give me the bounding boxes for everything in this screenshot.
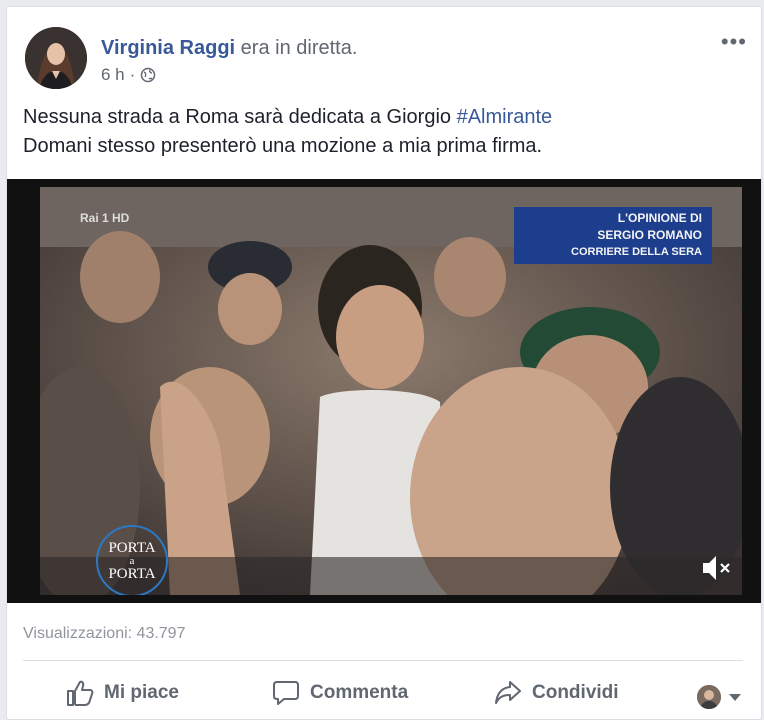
overlay-line-2: SERGIO ROMANO xyxy=(597,228,702,242)
porta-a-porta-logo: PORTA a PORTA xyxy=(96,525,168,595)
author-avatar[interactable] xyxy=(25,27,87,89)
post-text-line-1: Nessuna strada a Roma sarà dedicata a Gi… xyxy=(23,103,743,132)
share-icon xyxy=(495,681,521,704)
volume-muted-icon[interactable] xyxy=(700,553,734,583)
overlay-line-1: L'OPINIONE DI xyxy=(617,211,702,225)
action-bar: Mi piace Commenta Condividi xyxy=(7,673,761,713)
post-header: Virginia Raggi era in diretta. xyxy=(101,37,357,60)
share-label: Condividi xyxy=(532,682,619,703)
post-meta: 6 h · xyxy=(101,65,156,85)
video-frame: Rai 1 HD L'OPINIONE DI SERGIO ROMANO COR… xyxy=(40,187,742,595)
post-card: Virginia Raggi era in diretta. 6 h · •••… xyxy=(6,6,762,720)
current-user-avatar[interactable] xyxy=(697,685,721,709)
opinion-overlay: L'OPINIONE DI SERGIO ROMANO CORRIERE DEL… xyxy=(514,207,712,264)
post-text: Nessuna strada a Roma sarà dedicata a Gi… xyxy=(23,103,743,161)
live-status: era in diretta. xyxy=(240,37,358,59)
channel-logo: Rai 1 HD xyxy=(80,211,130,225)
view-count: Visualizzazioni: 43.797 xyxy=(23,625,186,642)
post-text-part: Nessuna strada a Roma sarà dedicata a Gi… xyxy=(23,106,457,128)
divider xyxy=(23,660,743,661)
user-avatar-image xyxy=(697,685,721,709)
thumbs-up-icon xyxy=(67,680,94,706)
overlay-line-3: CORRIERE DELLA SERA xyxy=(571,246,702,258)
comment-label: Commenta xyxy=(310,682,409,703)
avatar-image xyxy=(25,27,87,89)
porta-logo-line-1: PORTA xyxy=(108,539,156,556)
comment-icon xyxy=(273,681,299,705)
like-button[interactable]: Mi piace xyxy=(65,673,179,713)
hashtag-link[interactable]: #Almirante xyxy=(457,106,553,128)
porta-logo-line-2: a xyxy=(129,554,135,567)
meta-separator: · xyxy=(129,65,136,84)
share-button[interactable]: Condividi xyxy=(493,673,619,713)
globe-icon[interactable] xyxy=(140,67,156,83)
author-name[interactable]: Virginia Raggi xyxy=(101,37,235,59)
post-time[interactable]: 6 h xyxy=(101,65,125,85)
porta-logo-line-3: PORTA xyxy=(108,565,156,582)
post-text-line-2: Domani stesso presenterò una mozione a m… xyxy=(23,135,543,157)
like-label: Mi piace xyxy=(104,682,179,703)
comment-button[interactable]: Commenta xyxy=(271,673,408,713)
video-player[interactable]: Rai 1 HD L'OPINIONE DI SERGIO ROMANO COR… xyxy=(7,179,761,603)
more-options-icon[interactable]: ••• xyxy=(721,29,747,55)
chevron-down-icon[interactable] xyxy=(729,694,741,701)
